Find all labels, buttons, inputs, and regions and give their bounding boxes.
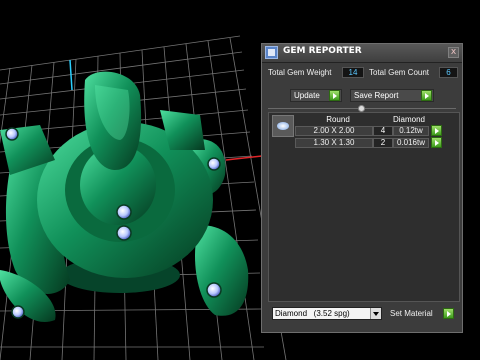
- total-count-label: Total Gem Count: [369, 68, 430, 77]
- row-size: 1.30 X 1.30: [295, 138, 373, 148]
- update-button-label: Update: [294, 91, 320, 100]
- material-bar: Diamond (3.52 spg) Set Material: [268, 306, 460, 324]
- panel-titlebar[interactable]: GEM REPORTER x: [262, 44, 462, 63]
- panel-title: GEM REPORTER: [283, 46, 362, 56]
- save-report-go-icon: [421, 90, 432, 101]
- save-report-button[interactable]: Save Report: [350, 89, 434, 102]
- total-count-value: 6: [439, 67, 458, 78]
- set-material-go-icon[interactable]: [443, 308, 454, 319]
- save-report-button-label: Save Report: [354, 91, 399, 100]
- row-quantity: 4: [373, 126, 393, 136]
- close-button[interactable]: x: [448, 47, 459, 58]
- split-slider-handle[interactable]: [358, 105, 365, 112]
- axis-y-line: [69, 59, 73, 91]
- row-weight: 0.016tw: [393, 138, 429, 148]
- column-header-round: Round: [326, 115, 350, 124]
- material-dropdown[interactable]: Diamond (3.52 spg): [272, 307, 382, 320]
- row-size: 2.00 X 2.00: [295, 126, 373, 136]
- gem-reporter-app-icon: [265, 46, 278, 59]
- total-weight-value: 14: [342, 67, 364, 78]
- total-weight-label: Total Gem Weight: [268, 68, 332, 77]
- row-select-go-icon[interactable]: [431, 125, 442, 136]
- row-weight: 0.12tw: [393, 126, 429, 136]
- row-select-go-icon[interactable]: [431, 137, 442, 148]
- chevron-down-icon[interactable]: [370, 308, 381, 319]
- gem-reporter-panel: GEM REPORTER x Total Gem Weight 14 Total…: [261, 43, 463, 333]
- gem-model: [0, 71, 249, 322]
- material-dropdown-value: Diamond (3.52 spg): [275, 309, 350, 318]
- row-quantity: 2: [373, 138, 393, 148]
- gem-table: Round Diamond 2.00 X 2.00 4 0.12tw 1.30 …: [268, 112, 460, 302]
- diamond-gem-icon: [272, 115, 294, 137]
- set-material-label: Set Material: [390, 309, 433, 318]
- update-go-icon: [329, 90, 340, 101]
- update-button[interactable]: Update: [290, 89, 342, 102]
- column-header-diamond: Diamond: [392, 115, 425, 124]
